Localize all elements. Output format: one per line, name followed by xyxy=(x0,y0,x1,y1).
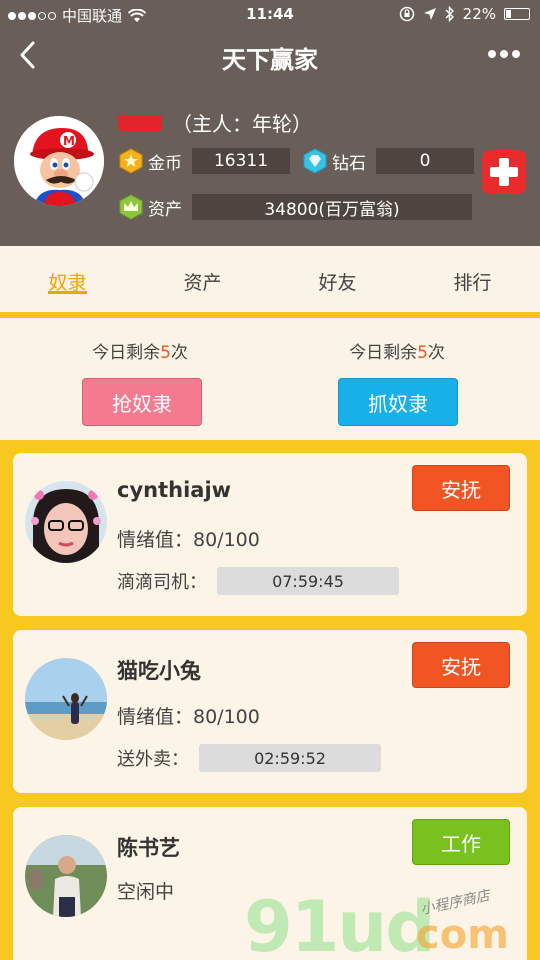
coins-value: 16311 xyxy=(192,148,290,174)
username: cynthiajw xyxy=(117,478,232,502)
nav-bar: 天下赢家 xyxy=(0,34,540,78)
tab-bar: 奴隶 资产 好友 排行 xyxy=(0,246,540,312)
remaining-count: 5 xyxy=(160,343,171,363)
watermark-com: com xyxy=(416,912,509,958)
owner-row: （主人：年轮） xyxy=(118,108,312,137)
username: 陈书艺 xyxy=(117,836,180,860)
slave-list: cynthiajw 情绪值：80/100 滴滴司机： 07:59:45 安抚 猫… xyxy=(0,440,540,960)
user-avatar-image xyxy=(25,481,107,563)
grab-slave-button[interactable]: 抢奴隶 xyxy=(82,378,202,426)
comfort-button[interactable]: 安抚 xyxy=(412,465,510,511)
remaining-suffix: 次 xyxy=(427,343,445,363)
job-label: 送外卖： xyxy=(117,749,189,770)
avatar[interactable] xyxy=(25,481,107,563)
status-bar: 中国联通 11:44 22% xyxy=(0,0,540,30)
diamond-icon xyxy=(303,148,327,174)
job-row: 滴滴司机： 07:59:45 xyxy=(117,567,399,595)
battery-percent: 22% xyxy=(462,5,496,23)
assets-label: 资产 xyxy=(148,199,182,220)
coins-label: 金币 xyxy=(148,153,182,174)
assets-value: 34800(百万富翁) xyxy=(192,194,472,220)
assets-row: 资产 34800(百万富翁) xyxy=(118,194,472,220)
avatar[interactable] xyxy=(25,658,107,740)
owner-label: （主人：年轮） xyxy=(172,112,312,136)
idle-status: 空闲中 xyxy=(117,881,175,903)
list-item[interactable]: 猫吃小兔 情绪值：80/100 送外卖： 02:59:52 安抚 xyxy=(13,630,527,793)
tab-ranking[interactable]: 排行 xyxy=(405,246,540,312)
tab-friends[interactable]: 好友 xyxy=(270,246,405,312)
tab-assets[interactable]: 资产 xyxy=(135,246,270,312)
mario-avatar-image: M xyxy=(14,116,104,206)
user-avatar-image xyxy=(25,658,107,740)
work-button[interactable]: 工作 xyxy=(412,819,510,865)
mood-value: 情绪值：80/100 xyxy=(117,529,260,551)
svg-text:M: M xyxy=(63,134,75,148)
orientation-lock-icon xyxy=(399,6,414,22)
remaining-count: 5 xyxy=(417,343,428,363)
diamond-value: 0 xyxy=(376,148,474,174)
mood-value: 情绪值：80/100 xyxy=(117,706,260,728)
bluetooth-icon xyxy=(445,6,454,22)
work-timer: 07:59:45 xyxy=(217,567,399,595)
catch-remaining: 今日剩余5次 xyxy=(262,338,532,363)
tab-slaves[interactable]: 奴隶 xyxy=(0,246,135,312)
more-icon[interactable] xyxy=(488,50,520,58)
remaining-prefix: 今日剩余 xyxy=(92,343,161,363)
username: 猫吃小兔 xyxy=(117,659,201,683)
comfort-button[interactable]: 安抚 xyxy=(412,642,510,688)
page-title: 天下赢家 xyxy=(222,46,318,74)
coins-row: 金币 16311 钻石 0 xyxy=(118,148,474,174)
coin-icon xyxy=(119,148,143,174)
header: 中国联通 11:44 22% 天下赢家 M （主人：年轮） 金币 16311 钻… xyxy=(0,0,540,246)
action-panel: 今日剩余5次 今日剩余5次 抢奴隶 抓奴隶 xyxy=(0,318,540,440)
crown-icon xyxy=(119,194,143,220)
remaining-suffix: 次 xyxy=(170,343,188,363)
diamond-label: 钻石 xyxy=(332,153,366,174)
user-avatar-image xyxy=(25,835,107,917)
catch-slave-button[interactable]: 抓奴隶 xyxy=(338,378,458,426)
list-item[interactable]: cynthiajw 情绪值：80/100 滴滴司机： 07:59:45 安抚 xyxy=(13,453,527,616)
watermark-logo: 91ud xyxy=(244,886,435,960)
add-button[interactable] xyxy=(482,150,526,194)
avatar[interactable]: M xyxy=(14,116,104,206)
redacted-username xyxy=(118,114,162,131)
job-row: 送外卖： 02:59:52 xyxy=(117,744,381,772)
remaining-prefix: 今日剩余 xyxy=(349,343,418,363)
location-icon xyxy=(423,8,436,20)
work-timer: 02:59:52 xyxy=(199,744,381,772)
battery-icon xyxy=(504,8,530,20)
avatar[interactable] xyxy=(25,835,107,917)
job-label: 滴滴司机： xyxy=(117,572,207,593)
grab-remaining: 今日剩余5次 xyxy=(5,338,275,363)
